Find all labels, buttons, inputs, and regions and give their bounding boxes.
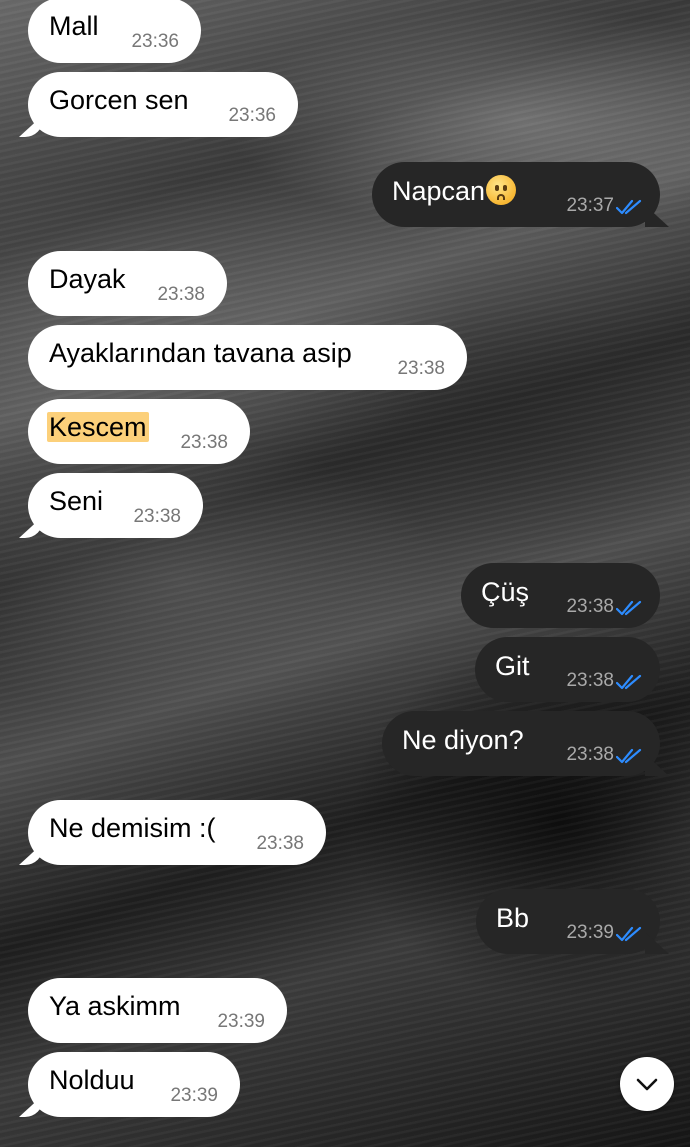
message-text: Ayaklarından tavana asip [49, 338, 352, 368]
message-time: 23:38 [256, 833, 304, 854]
search-highlight: Kescem [47, 412, 149, 442]
message-text: Dayak [49, 264, 126, 294]
message-bubble-incoming[interactable]: Mall 23:36 [28, 0, 201, 63]
message-bubble-outgoing[interactable]: Ne diyon? 23:38 [382, 711, 660, 776]
double-check-icon [616, 926, 642, 942]
message-bubble-incoming[interactable]: Seni 23:38 [28, 473, 203, 538]
anguished-face-emoji-icon [486, 175, 517, 205]
message-bubble-incoming[interactable]: Ne demisim :( 23:38 [28, 800, 326, 865]
double-check-icon [616, 600, 642, 616]
message-text: Nolduu [49, 1065, 135, 1095]
message-text: Napcan [392, 175, 517, 207]
message-text: Çüş [481, 577, 530, 607]
message-time: 23:38 [133, 506, 181, 527]
message-text: Seni [49, 486, 104, 516]
message-bubble-incoming[interactable]: Ayaklarından tavana asip 23:38 [28, 325, 467, 390]
message-text: Bb [496, 903, 530, 933]
message-time: 23:38 [157, 284, 205, 305]
message-time: 23:39 [217, 1011, 265, 1032]
message-text: Kescem [47, 411, 149, 443]
message-bubble-incoming[interactable]: Nolduu 23:39 [28, 1052, 240, 1117]
message-text: Ya askimm [49, 991, 181, 1021]
message-bubble-outgoing[interactable]: Çüş 23:38 [461, 563, 660, 628]
message-text: Ne diyon? [402, 725, 524, 755]
message-text: Ne demisim :( [49, 813, 216, 843]
message-bubble-incoming[interactable]: Kescem 23:38 [28, 399, 250, 464]
double-check-icon [616, 674, 642, 690]
message-time: 23:39 [170, 1085, 218, 1106]
chat-screen: Mall 23:36 Gorcen sen 23:36 Napcan 23:37… [0, 0, 690, 1147]
message-time: 23:38 [566, 744, 614, 765]
message-bubble-outgoing[interactable]: Napcan 23:37 [372, 162, 660, 227]
message-time: 23:39 [566, 922, 614, 943]
message-time: 23:38 [397, 358, 445, 379]
message-time: 23:38 [566, 596, 614, 617]
message-time: 23:36 [131, 31, 179, 52]
message-text: Git [495, 651, 530, 681]
message-bubble-outgoing[interactable]: Bb 23:39 [476, 889, 660, 954]
message-text-content: Napcan [392, 176, 486, 206]
chevron-down-icon [636, 1078, 658, 1091]
double-check-icon [616, 199, 642, 215]
composer-edge [0, 1137, 690, 1147]
message-time: 23:36 [228, 105, 276, 126]
message-bubble-incoming[interactable]: Gorcen sen 23:36 [28, 72, 298, 137]
message-text: Gorcen sen [49, 85, 189, 115]
message-bubble-incoming[interactable]: Dayak 23:38 [28, 251, 227, 316]
message-time: 23:38 [566, 670, 614, 691]
message-time: 23:37 [566, 195, 614, 216]
message-bubble-incoming[interactable]: Ya askimm 23:39 [28, 978, 287, 1043]
double-check-icon [616, 748, 642, 764]
scroll-to-bottom-button[interactable] [620, 1057, 674, 1111]
message-time: 23:38 [180, 432, 228, 453]
message-bubble-outgoing[interactable]: Git 23:38 [475, 637, 660, 702]
message-text: Mall [49, 11, 99, 41]
